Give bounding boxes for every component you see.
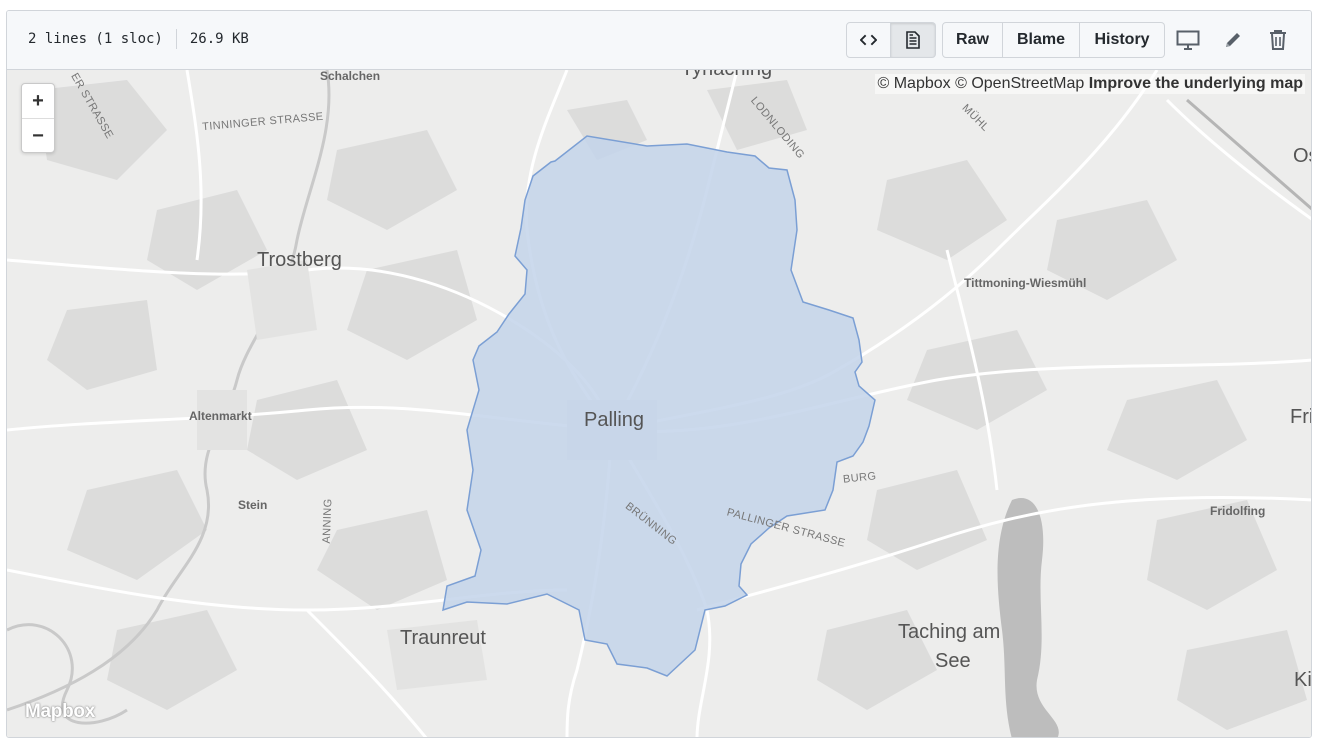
file-info: 2 lines (1 sloc) 26.9 KB	[28, 29, 249, 49]
source-view-button[interactable]	[846, 22, 891, 58]
delete-file-button[interactable]	[1263, 25, 1293, 55]
mapbox-logo[interactable]: Mapbox	[25, 701, 95, 723]
file-actions: Raw Blame History	[942, 22, 1165, 58]
map-attribution: © Mapbox © OpenStreetMap Improve the und…	[875, 74, 1305, 94]
map-label-ki: Ki	[1294, 669, 1311, 691]
file-header: 2 lines (1 sloc) 26.9 KB Raw Blame Histo…	[7, 11, 1311, 70]
edit-file-button[interactable]	[1218, 25, 1248, 55]
zoom-out-button[interactable]: −	[22, 118, 54, 153]
file-viewer: 2 lines (1 sloc) 26.9 KB Raw Blame Histo…	[6, 10, 1312, 738]
municipality-boundary[interactable]	[442, 135, 876, 677]
map-label-palling: Palling	[584, 409, 645, 431]
blame-button[interactable]: Blame	[1003, 22, 1080, 58]
map-label-tittmoning: Tittmoning-Wiesmühl	[964, 276, 1087, 290]
file-text-icon	[906, 31, 920, 49]
map-label-schalchen: Schalchen	[320, 70, 381, 83]
map-label-fri: Fri	[1290, 406, 1311, 428]
map-label-altenmarkt: Altenmarkt	[189, 409, 252, 423]
map-label-anning: ANNING	[320, 498, 335, 544]
open-desktop-button[interactable]	[1173, 25, 1203, 55]
file-size: 26.9 KB	[189, 31, 249, 47]
raw-button[interactable]: Raw	[942, 22, 1003, 58]
view-toggle	[846, 22, 936, 58]
map-label-traunreut: Traunreut	[400, 627, 486, 649]
line-count: 2 lines (1 sloc)	[28, 31, 163, 47]
pencil-icon	[1226, 33, 1240, 47]
history-button[interactable]: History	[1080, 22, 1165, 58]
map-base-layer	[7, 70, 1311, 737]
rendered-view-button[interactable]	[891, 22, 936, 58]
map-label-stein: Stein	[238, 498, 268, 512]
desktop-icon	[1176, 30, 1200, 50]
zoom-in-button[interactable]: +	[22, 84, 54, 118]
map-label-taching-line2: See	[935, 650, 971, 672]
map-view[interactable]: Palling Trostberg Traunreut Taching am S…	[7, 70, 1311, 737]
zoom-control: + −	[21, 83, 55, 153]
map-label-taching-line1: Taching am	[898, 621, 1001, 643]
lake	[997, 498, 1059, 737]
mapbox-attribution-link[interactable]: © Mapbox	[877, 75, 950, 92]
map-label-tyrlaching: Tyrlaching	[681, 70, 772, 81]
info-divider	[175, 29, 177, 49]
map-label-os: Os	[1293, 145, 1311, 167]
map-label-trostberg: Trostberg	[257, 249, 342, 271]
code-icon	[860, 34, 877, 46]
trash-icon	[1270, 30, 1286, 50]
improve-map-link[interactable]: Improve the underlying map	[1089, 75, 1303, 92]
map-label-fridolfing: Fridolfing	[1210, 504, 1266, 518]
osm-attribution-link[interactable]: © OpenStreetMap	[955, 75, 1084, 92]
